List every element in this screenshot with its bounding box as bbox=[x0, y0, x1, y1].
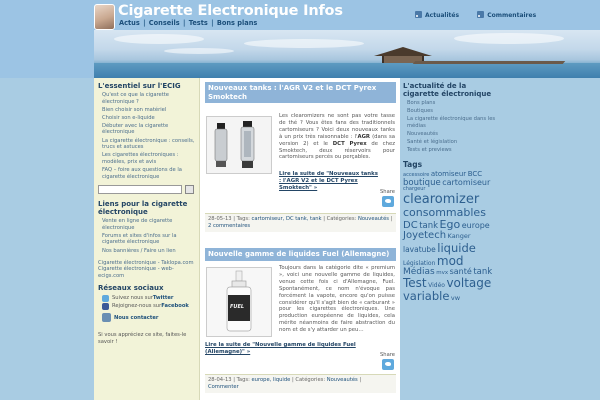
sidebar-link[interactable]: Débuter avec la cigarette électronique bbox=[102, 123, 195, 136]
news-title: L'actualité de la cigarette électronique bbox=[403, 82, 492, 98]
right-sidebar: L'actualité de la cigarette électronique… bbox=[400, 78, 500, 400]
footer-note: Si vous appréciez ce site, faites-le sav… bbox=[98, 332, 187, 345]
share-button[interactable]: Share bbox=[379, 352, 396, 370]
main-content: Nouveaux tanks : l'AGR V2 et le DCT Pyre… bbox=[199, 78, 400, 400]
tag-link[interactable]: Kanger bbox=[448, 233, 471, 240]
tag-link[interactable]: europe bbox=[462, 221, 490, 230]
tag-link[interactable]: cartomiseur bbox=[442, 178, 490, 187]
share-button[interactable]: Share bbox=[379, 189, 396, 207]
header-banner-image bbox=[94, 30, 600, 78]
category-link[interactable]: Nouveautés bbox=[407, 131, 497, 138]
tag-link[interactable]: liquide bbox=[437, 242, 476, 254]
left-sidebar: L'essentiel sur l'ECIG Qu'est ce que la … bbox=[94, 78, 199, 400]
site-avatar bbox=[94, 4, 115, 30]
read-more-link[interactable]: Lire la suite de "Nouveaux tanks : l'AGR… bbox=[279, 171, 379, 191]
post-category[interactable]: Nouveautés bbox=[327, 377, 358, 383]
category-link[interactable]: Tests et previews bbox=[407, 147, 497, 154]
sidebar-link[interactable]: Nos bannières / Faire un lien bbox=[102, 248, 195, 255]
tag-link[interactable]: Ego bbox=[440, 219, 461, 231]
news-category-list: Bons plans Boutiques La cigarette électr… bbox=[407, 100, 497, 154]
contact-icon bbox=[102, 313, 111, 323]
liens-list: Vente en ligne de cigarette électronique… bbox=[102, 218, 195, 254]
post-meta: 28-04-13 | Tags: europe, liquide | Catég… bbox=[205, 374, 396, 393]
post-comments-link[interactable]: Commenter bbox=[208, 384, 239, 390]
post-thumbnail[interactable]: FUEL bbox=[206, 267, 272, 337]
post-tags[interactable]: cartomiseur, DC tank, tank bbox=[251, 216, 321, 222]
post-comments-link[interactable]: 2 commentaires bbox=[208, 223, 250, 229]
site-title[interactable]: Cigarette Electronique Infos bbox=[118, 3, 343, 19]
tag-link[interactable]: Test bbox=[403, 277, 427, 290]
essentiel-title: L'essentiel sur l'ECIG bbox=[98, 82, 181, 90]
post-title[interactable]: Nouvelle gamme de liquides Fuel (Allemag… bbox=[205, 248, 396, 261]
tag-link[interactable]: voltage bbox=[446, 277, 491, 290]
post-tags[interactable]: europe, liquide bbox=[251, 377, 290, 383]
facebook-icon bbox=[102, 302, 109, 310]
search-form bbox=[98, 184, 195, 194]
sidebar-link[interactable]: Bien choisir son matériel bbox=[102, 107, 195, 114]
partner-link[interactable]: Cigarette électronique - web-ecigs.com bbox=[98, 266, 195, 279]
post-excerpt: Les clearomizers ne sont pas votre tasse… bbox=[279, 113, 395, 161]
feed-links: Actualités Commentaires bbox=[415, 11, 536, 19]
sidebar-link[interactable]: Vente en ligne de cigarette électronique bbox=[102, 218, 195, 231]
post-category[interactable]: Nouveautés bbox=[358, 216, 389, 222]
social-title: Réseaux sociaux bbox=[98, 284, 164, 293]
facebook-follow[interactable]: Rejoignez-nous sur Facebook bbox=[102, 302, 195, 310]
tag-cloud: accessoire atomiseur BCCboutique cartomiseu… bbox=[403, 170, 497, 303]
search-input[interactable] bbox=[98, 184, 182, 194]
post-meta: 28-05-13 | Tags: cartomiseur, DC tank, t… bbox=[205, 213, 396, 232]
category-link[interactable]: La cigarette électronique dans les média… bbox=[407, 116, 497, 129]
feed-commentaires-link[interactable]: Commentaires bbox=[487, 12, 536, 19]
post-title[interactable]: Nouveaux tanks : l'AGR V2 et le DCT Pyre… bbox=[205, 82, 396, 103]
sidebar-link[interactable]: FAQ – foire aux questions de la cigarett… bbox=[102, 167, 195, 180]
contact-link[interactable]: Nous contacter bbox=[102, 313, 195, 323]
post: Nouvelle gamme de liquides Fuel (Allemag… bbox=[205, 248, 396, 398]
post-excerpt: Toujours dans la catégorie dite « premiu… bbox=[279, 265, 395, 334]
nav-item-actus[interactable]: Actus bbox=[119, 19, 140, 27]
tag-link[interactable]: santé bbox=[450, 267, 472, 276]
tags-title: Tags bbox=[403, 159, 423, 169]
tag-link[interactable]: variable bbox=[403, 290, 449, 302]
bottle-label: FUEL bbox=[230, 304, 245, 310]
twitter-follow[interactable]: Suivez nous sur Twitter bbox=[102, 294, 195, 302]
tag-link[interactable]: lavatube bbox=[403, 245, 436, 254]
feed-actualites-link[interactable]: Actualités bbox=[425, 12, 459, 19]
sidebar-link[interactable]: Forums et sites d'infos sur la cigarette… bbox=[102, 233, 195, 246]
search-button[interactable] bbox=[185, 184, 194, 194]
nav-item-tests[interactable]: Tests bbox=[189, 19, 208, 27]
nav-item-bons-plans[interactable]: Bons plans bbox=[217, 19, 258, 27]
category-link[interactable]: Bons plans bbox=[407, 100, 497, 107]
read-more-link[interactable]: Lire la suite de "Nouvelle gamme de liqu… bbox=[205, 342, 396, 356]
tag-link[interactable]: BCC bbox=[468, 170, 482, 178]
post-thumbnail[interactable] bbox=[206, 116, 272, 174]
tank-product-image bbox=[207, 117, 271, 173]
fuel-bottle-image bbox=[207, 268, 271, 336]
sidebar-link[interactable]: Choisir son e-liquide bbox=[102, 115, 195, 122]
sidebar-link[interactable]: Qu'est ce que la cigarette électronique … bbox=[102, 92, 195, 105]
post: Nouveaux tanks : l'AGR V2 et le DCT Pyre… bbox=[205, 82, 396, 232]
tag-link[interactable]: vw bbox=[451, 294, 460, 302]
essentiel-list: Qu'est ce que la cigarette électronique … bbox=[102, 92, 195, 180]
twitter-share-icon bbox=[381, 359, 394, 370]
twitter-share-icon bbox=[381, 196, 394, 207]
site-header: Cigarette Electronique Infos Actus | Con… bbox=[0, 0, 600, 78]
category-link[interactable]: Santé et législation bbox=[407, 139, 497, 146]
rss-icon bbox=[477, 11, 485, 18]
tag-link[interactable]: atomiseur bbox=[431, 170, 466, 178]
nav-item-conseils[interactable]: Conseils bbox=[149, 19, 180, 27]
liens-title: Liens pour la cigarette électronique bbox=[98, 200, 188, 217]
header-nav: Actus | Conseils | Tests | Bons plans bbox=[119, 19, 258, 27]
sidebar-link[interactable]: Les cigarettes électroniques : modèles, … bbox=[102, 152, 195, 165]
sidebar-link[interactable]: La cigarette électronique : conseils, tr… bbox=[102, 138, 195, 151]
tag-link[interactable]: clearomizer bbox=[403, 193, 479, 207]
tag-link[interactable]: Législation bbox=[403, 260, 435, 267]
rss-icon bbox=[415, 11, 422, 18]
tag-link[interactable]: mod bbox=[437, 255, 464, 268]
twitter-icon bbox=[102, 294, 109, 302]
category-link[interactable]: Boutiques bbox=[407, 108, 497, 115]
tag-link[interactable]: consommables bbox=[403, 207, 486, 219]
